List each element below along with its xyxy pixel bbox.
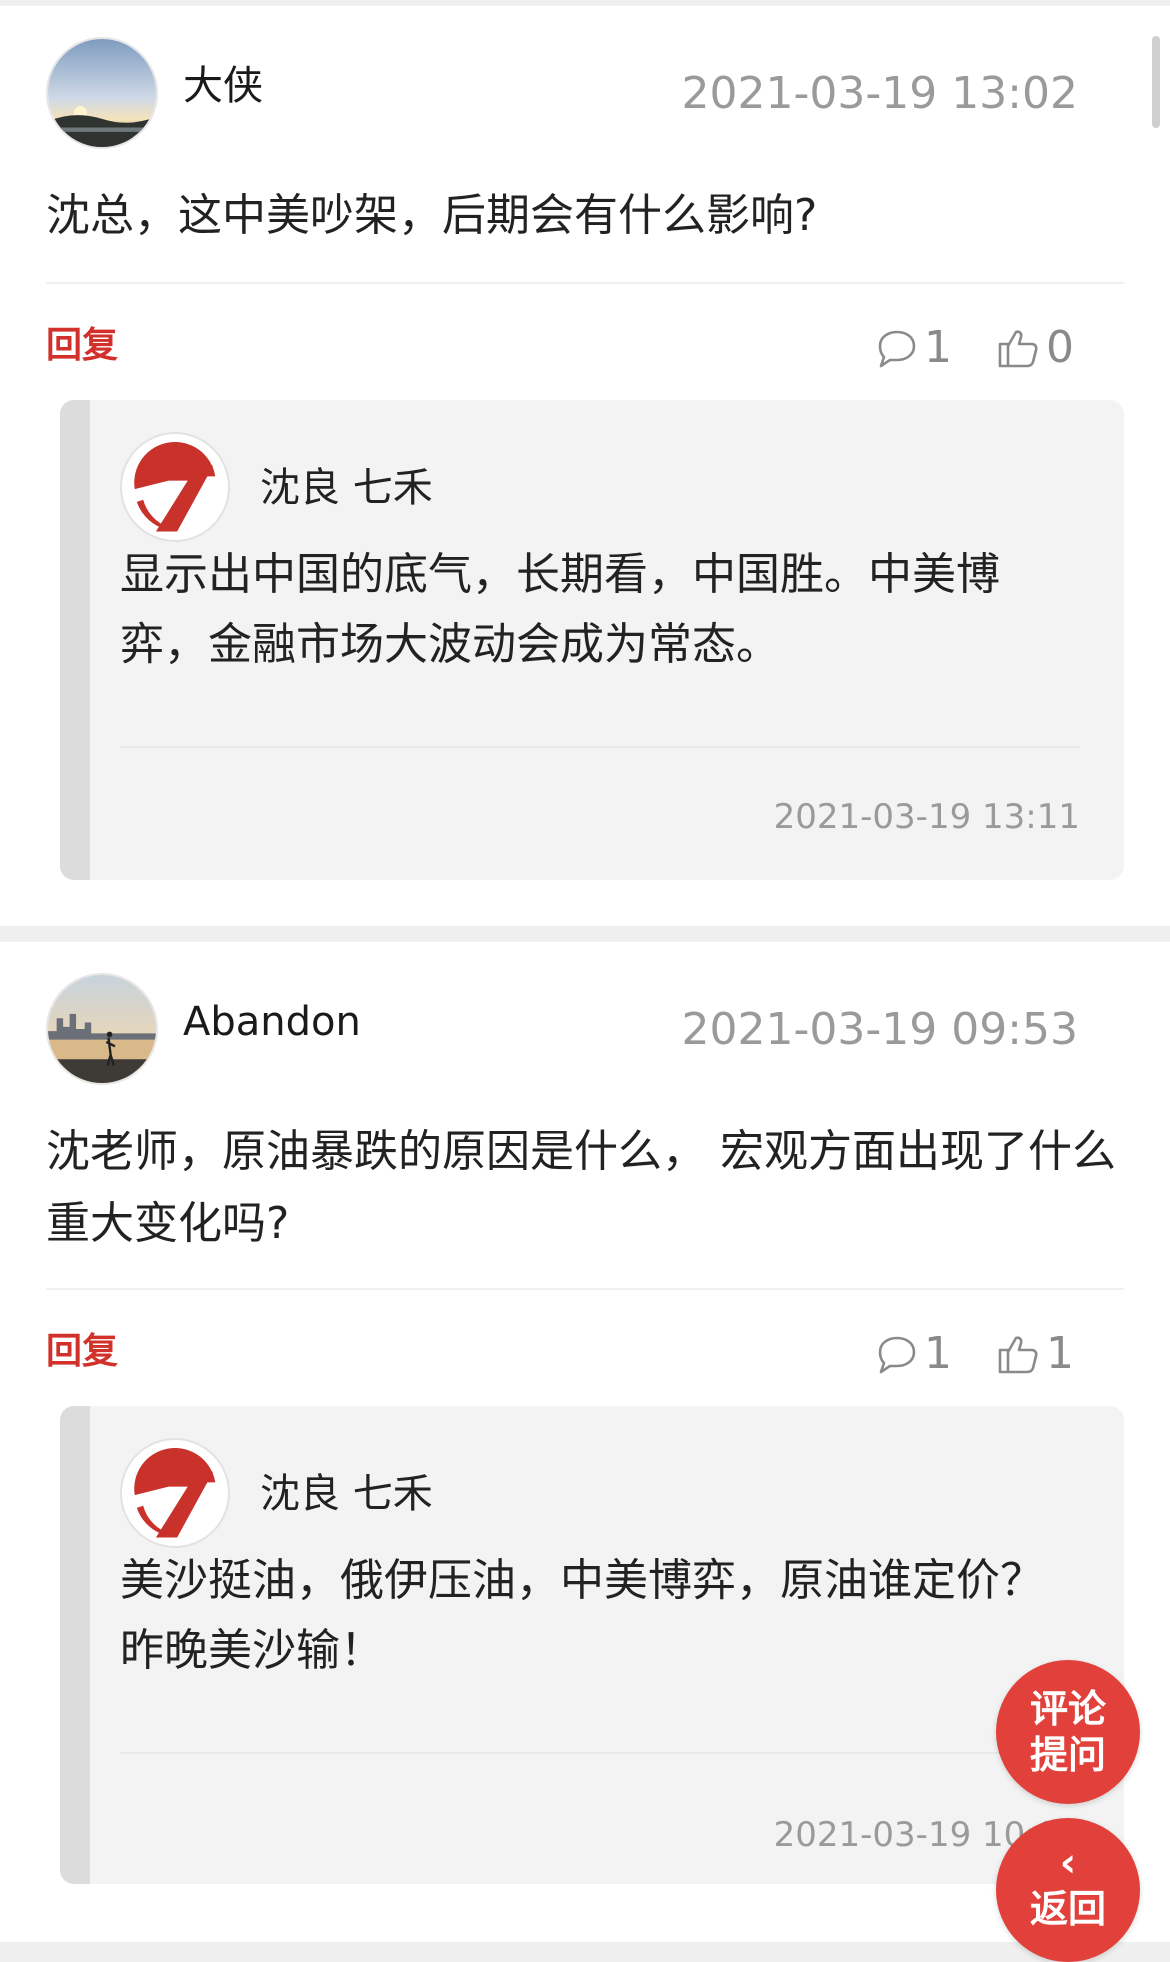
reply-button[interactable]: 回复 — [46, 1334, 118, 1370]
thumbs-up-icon — [998, 330, 1038, 368]
back-button[interactable]: ‹ 返回 — [996, 1818, 1140, 1962]
speech-bubble-icon — [878, 1336, 916, 1374]
author-avatar[interactable] — [120, 1438, 230, 1548]
divider — [120, 746, 1080, 748]
qihe-7-logo-icon — [124, 436, 226, 538]
author-avatar[interactable] — [120, 432, 230, 542]
sunset-landscape-icon — [48, 39, 156, 147]
author-name: 沈良 七禾 — [260, 1471, 433, 1517]
username: Abandon — [183, 999, 361, 1045]
reply-text: 美沙挺油，俄伊压油，中美博弈，原油谁定价？昨晚美沙输！ — [120, 1555, 1044, 1676]
divider — [120, 1752, 1080, 1754]
divider — [46, 282, 1124, 284]
comment-time: 2021-03-19 13:02 — [681, 68, 1079, 119]
comment-count-button[interactable]: 1 — [872, 1330, 952, 1378]
reply-text: 显示出中国的底气，长期看，中国胜。中美博弈，金融市场大波动会成为常态。 — [120, 549, 1000, 670]
like-count: 0 — [1046, 322, 1074, 373]
comment-text: 沈老师，原油暴跌的原因是什么， 宏观方面出现了什么重大变化吗? — [46, 1126, 1116, 1249]
comment-card: Abandon 2021-03-19 09:53 沈老师，原油暴跌的原因是什么，… — [0, 942, 1170, 1942]
user-avatar[interactable] — [46, 973, 158, 1085]
fab-label-line1: 评论 — [1029, 1687, 1106, 1731]
thumbs-up-icon — [998, 1336, 1038, 1374]
username: 大侠 — [183, 63, 263, 109]
comment-count: 1 — [924, 1328, 952, 1379]
comment-stats: 1 1 — [872, 1330, 1074, 1378]
reply-button[interactable]: 回复 — [46, 328, 118, 364]
comment-count: 1 — [924, 322, 952, 373]
comment-count-button[interactable]: 1 — [872, 324, 952, 372]
comment-time: 2021-03-19 09:53 — [681, 1004, 1079, 1055]
author-name: 沈良 七禾 — [260, 465, 433, 511]
comment-card: 大侠 2021-03-19 13:02 沈总，这中美吵架，后期会有什么影响? 回… — [0, 6, 1170, 926]
chevron-left-icon: ‹ — [1059, 1840, 1077, 1886]
like-count: 1 — [1046, 1328, 1074, 1379]
like-button[interactable]: 0 — [994, 324, 1074, 372]
reply-time: 2021-03-19 13:11 — [773, 797, 1080, 837]
fab-label-line2: 提问 — [1029, 1733, 1106, 1777]
city-skyline-icon — [48, 975, 156, 1083]
speech-bubble-icon — [878, 330, 916, 368]
author-reply: 沈良 七禾 美沙挺油，俄伊压油，中美博弈，原油谁定价？昨晚美沙输！ 2021-0… — [60, 1406, 1124, 1884]
author-reply: 沈良 七禾 显示出中国的底气，长期看，中国胜。中美博弈，金融市场大波动会成为常态… — [60, 400, 1124, 880]
divider — [46, 1288, 1124, 1290]
back-label: 返回 — [1029, 1887, 1106, 1931]
like-button[interactable]: 1 — [994, 1330, 1074, 1378]
scrollbar[interactable] — [1152, 36, 1160, 128]
comment-ask-button[interactable]: 评论 提问 — [996, 1660, 1140, 1804]
qihe-7-logo-icon — [124, 1442, 226, 1544]
comment-text: 沈总，这中美吵架，后期会有什么影响? — [46, 190, 818, 241]
user-avatar[interactable] — [46, 37, 158, 149]
comment-stats: 1 0 — [872, 324, 1074, 372]
